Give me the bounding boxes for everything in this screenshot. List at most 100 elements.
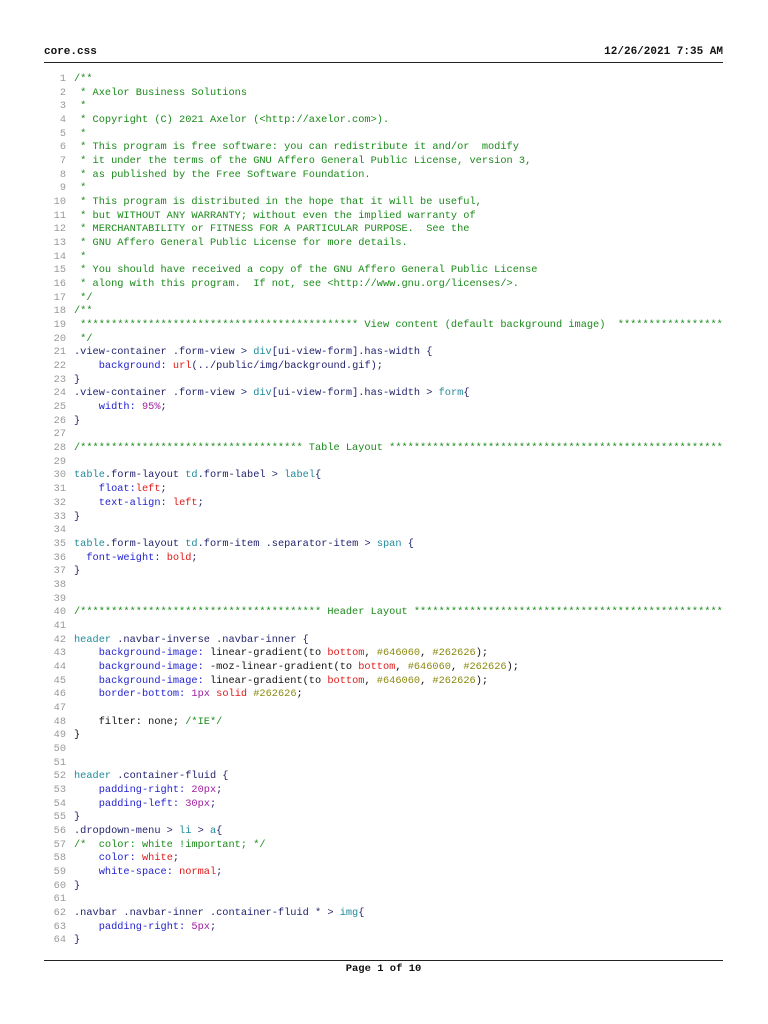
code-line: 17 */ [44,292,724,306]
code-line: 59 white-space: normal; [44,866,724,880]
code-token: header [74,633,112,646]
code-token: * [74,127,87,140]
code-line: 18 /** [44,305,724,319]
code-token: , [420,647,433,660]
code-line: 48 filter: none; /*IE*/ [44,716,724,730]
code-line: 11 * but WITHOUT ANY WARRANTY; without e… [44,210,724,224]
code-line: 30 table.form-layout td.form-label > labe… [44,469,724,483]
code-token: /* color: white !important; */ [74,838,266,851]
code-token: 30px [185,797,210,810]
line-text: /* color: white !important; */ [74,839,266,853]
code-token: .form-item .separator-item > [197,537,377,550]
code-token: -moz-linear-gradient(to [203,660,359,673]
code-line: 21 .view-container .form-view > div[ui-vi… [44,346,724,360]
line-number: 1 [59,73,66,85]
code-line: 61 [44,893,724,907]
code-token: bottom [327,647,365,660]
line-text: padding-right: 20px; [74,783,223,798]
line-text: } [74,565,80,579]
code-token: { [216,824,223,837]
code-line: 8 * as published by the Free Software Fo… [44,169,724,183]
code-token: linear-gradient(to [203,647,328,660]
line-text: * This program is distributed in the hop… [74,196,482,210]
line-number: 57 [53,838,66,851]
code-token: linear-gradient(to [203,674,328,687]
line-number: 5 [59,127,66,140]
page-header: core.css 12/26/2021 7:35 AM [44,44,723,63]
code-line: 9 * [44,182,724,196]
code-token: div [253,346,272,359]
code-line: 42 header .navbar-inverse .navbar-inner { [44,634,724,648]
line-number: 39 [53,592,66,605]
code-line: 46 border-bottom: 1px solid #262626; [44,688,724,702]
line-text: * but WITHOUT ANY WARRANTY; without even… [74,210,475,224]
code-line: 13 * GNU Affero General Public License f… [44,237,724,251]
code-line: 54 padding-left: 30px; [44,798,724,812]
code-token: * You should have received a copy of the… [74,264,538,277]
code-token: * [74,250,87,263]
line-number: 4 [59,114,66,127]
line-text: } [74,934,80,948]
code-line: 39 [44,593,724,607]
code-token: ****************************************… [80,319,724,332]
line-number: 28 [53,442,66,455]
line-number: 17 [53,291,66,304]
code-line: 5 * [44,128,724,142]
code-token: filter: none; [74,715,186,728]
line-text: } [74,811,80,825]
code-line: 52 header .container-fluid { [44,770,724,784]
line-text: * along with this program. If not, see <… [74,278,519,292]
code-token: li [179,824,192,837]
code-line: 27 [44,428,724,442]
line-number: 35 [53,537,66,550]
code-line: 37} [44,565,724,579]
code-line: 60} [44,880,724,894]
code-token: } [74,510,81,523]
line-text: } [74,415,80,429]
code-line: 33} [44,511,724,525]
code-line: 56 .dropdown-menu > li > a{ [44,825,724,839]
code-token: } [74,729,81,742]
code-token: background: [98,360,167,373]
code-token: bottom [327,674,365,687]
code-line: 26} [44,415,724,429]
code-line: 44 background-image: -moz-linear-gradien… [44,661,724,675]
line-text: padding-left: 30px; [74,798,216,812]
line-number: 54 [53,797,66,810]
code-token: ; [209,920,217,933]
code-line: 38 [44,579,724,593]
code-token: ; [160,401,167,414]
line-text: * Copyright (C) 2021 Axelor (<http://axe… [74,114,389,128]
code-listing: 1/** 2 * Axelor Business Solutions 3 * 4 * … [44,73,724,948]
code-token: #262626 [432,647,476,660]
code-token: white [141,852,173,865]
code-line: 64} [44,934,724,948]
code-line: 28 /************************************ … [44,442,724,456]
code-token: > [191,824,210,837]
code-line: 15 * You should have received a copy of … [44,264,724,278]
code-token: 20px [191,783,217,796]
line-number: 40 [53,606,66,619]
line-number: 49 [53,729,66,742]
line-text: /***************************************… [74,606,724,620]
code-token: solid [216,688,248,701]
code-line: 19 *************************************… [44,319,724,333]
line-number: 12 [53,223,66,236]
code-token: */ [74,332,93,345]
line-number: 21 [53,346,66,359]
code-line: 6 * This program is free software: you c… [44,141,724,155]
code-token: ; [296,688,303,701]
code-token: { [315,469,322,482]
code-token: ); [475,647,489,660]
line-text: width: 95%; [74,401,167,415]
code-line: 53 padding-right: 20px; [44,784,724,798]
line-number: 19 [53,319,66,332]
code-token: font-weight: [86,551,161,564]
code-token: * as published by the Free Software Foun… [74,168,371,181]
line-text: table.form-layout td.form-item .separato… [74,538,414,552]
code-token: (../public/img/background.gif); [191,360,383,373]
